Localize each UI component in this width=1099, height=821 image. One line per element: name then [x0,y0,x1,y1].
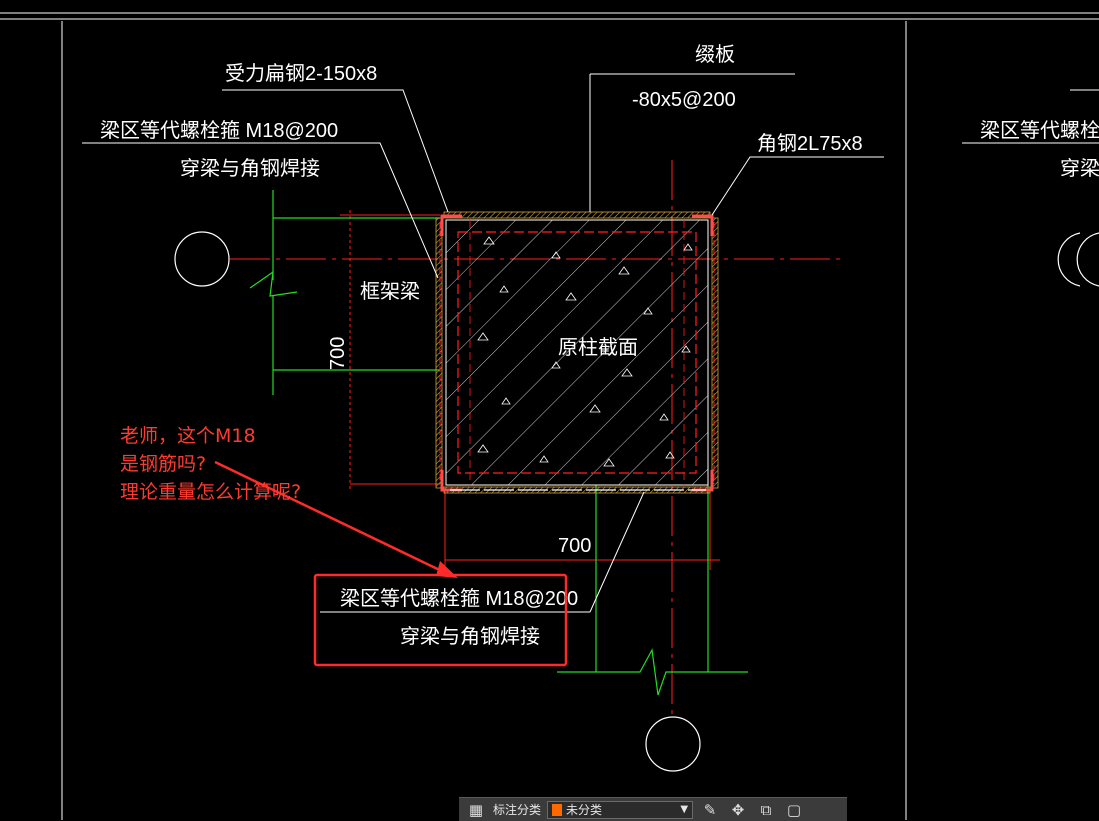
move-icon[interactable]: ✥ [727,801,749,819]
right-partial-line1: 梁区等代螺栓箍 M [980,119,1099,142]
copy-icon[interactable]: ⧉ [755,801,777,819]
note-line1: 老师，这个M18 [120,425,256,447]
original-section-label: 原柱截面 [558,336,638,359]
annotation-arrow [214,460,451,577]
batten-spec-label: -80x5@200 [632,89,736,111]
bolt-bottom-line2: 穿梁与角钢焊接 [400,625,540,648]
annotation-toolbar: ▦ 标注分类 未分类 ▼ ✎ ✥ ⧉ ▢ [459,797,847,821]
batten-label: 缀板 [695,43,735,66]
paste-icon[interactable]: ▢ [783,801,805,819]
angle-steel-label: 角钢2L75x8 [757,132,863,155]
bolt-left-line2: 穿梁与角钢焊接 [180,157,320,180]
category-select[interactable]: 未分类 ▼ [547,800,694,819]
flat-steel-label: 受力扁钢2-150x8 [225,62,377,85]
cad-drawing: 受力扁钢2-150x8 缀板 -80x5@200 角钢2L75x8 梁区等代螺栓… [0,12,1099,820]
category-select-value: 未分类 [566,803,603,817]
drawing-labels: 受力扁钢2-150x8 缀板 -80x5@200 角钢2L75x8 梁区等代螺栓… [100,43,1099,648]
dim-vertical-label: 700 [327,337,349,370]
note-line3: 理论重量怎么计算呢? [120,481,301,503]
frame-beam-label: 框架梁 [360,280,420,303]
arrow-head [436,561,458,578]
category-swatch [552,803,563,816]
note-line2: 是钢筋吗? [120,453,206,475]
bolt-bottom-line1: 梁区等代螺栓箍 M18@200 [340,587,578,610]
grid-icon[interactable]: ▦ [465,801,487,819]
edit-icon[interactable]: ✎ [699,801,721,819]
dim-horizontal-label: 700 [558,535,591,557]
right-partial-line2: 穿梁与 [1060,157,1099,180]
toolbar-label: 标注分类 [493,803,542,817]
bolt-left-line1: 梁区等代螺栓箍 M18@200 [100,119,338,142]
chevron-down-icon: ▼ [680,804,689,815]
